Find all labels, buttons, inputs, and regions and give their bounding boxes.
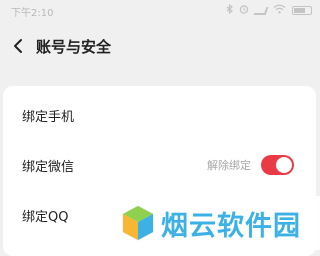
bind-wechat-controls: 解除绑定 [207, 155, 294, 175]
watermark-text: 烟云软件园 [161, 210, 301, 242]
bind-qq-label: 绑定QQ [22, 209, 69, 225]
header: 账号与安全 [0, 28, 320, 64]
bind-phone-row[interactable]: 绑定手机 [3, 90, 316, 140]
status-icons [226, 3, 312, 17]
back-button[interactable] [9, 37, 27, 55]
toggle-knob [276, 157, 292, 173]
bind-phone-label: 绑定手机 [22, 109, 75, 125]
bind-wechat-row[interactable]: 绑定微信 解除绑定 [3, 140, 316, 190]
status-bar: 下午2:10 [0, 0, 320, 24]
wechat-bind-toggle[interactable] [261, 155, 294, 175]
watermark: 烟云软件园 [118, 196, 320, 250]
wifi-icon [273, 4, 286, 17]
unbind-label: 解除绑定 [207, 159, 251, 172]
bind-wechat-label: 绑定微信 [22, 159, 75, 175]
battery-icon [292, 6, 312, 15]
page-title: 账号与安全 [36, 37, 112, 56]
chevron-left-icon [14, 39, 22, 53]
status-time: 下午2:10 [11, 8, 54, 19]
alarm-icon [239, 4, 249, 17]
bluetooth-icon [226, 3, 233, 17]
signal-icon [253, 6, 269, 15]
watermark-logo [122, 205, 154, 241]
